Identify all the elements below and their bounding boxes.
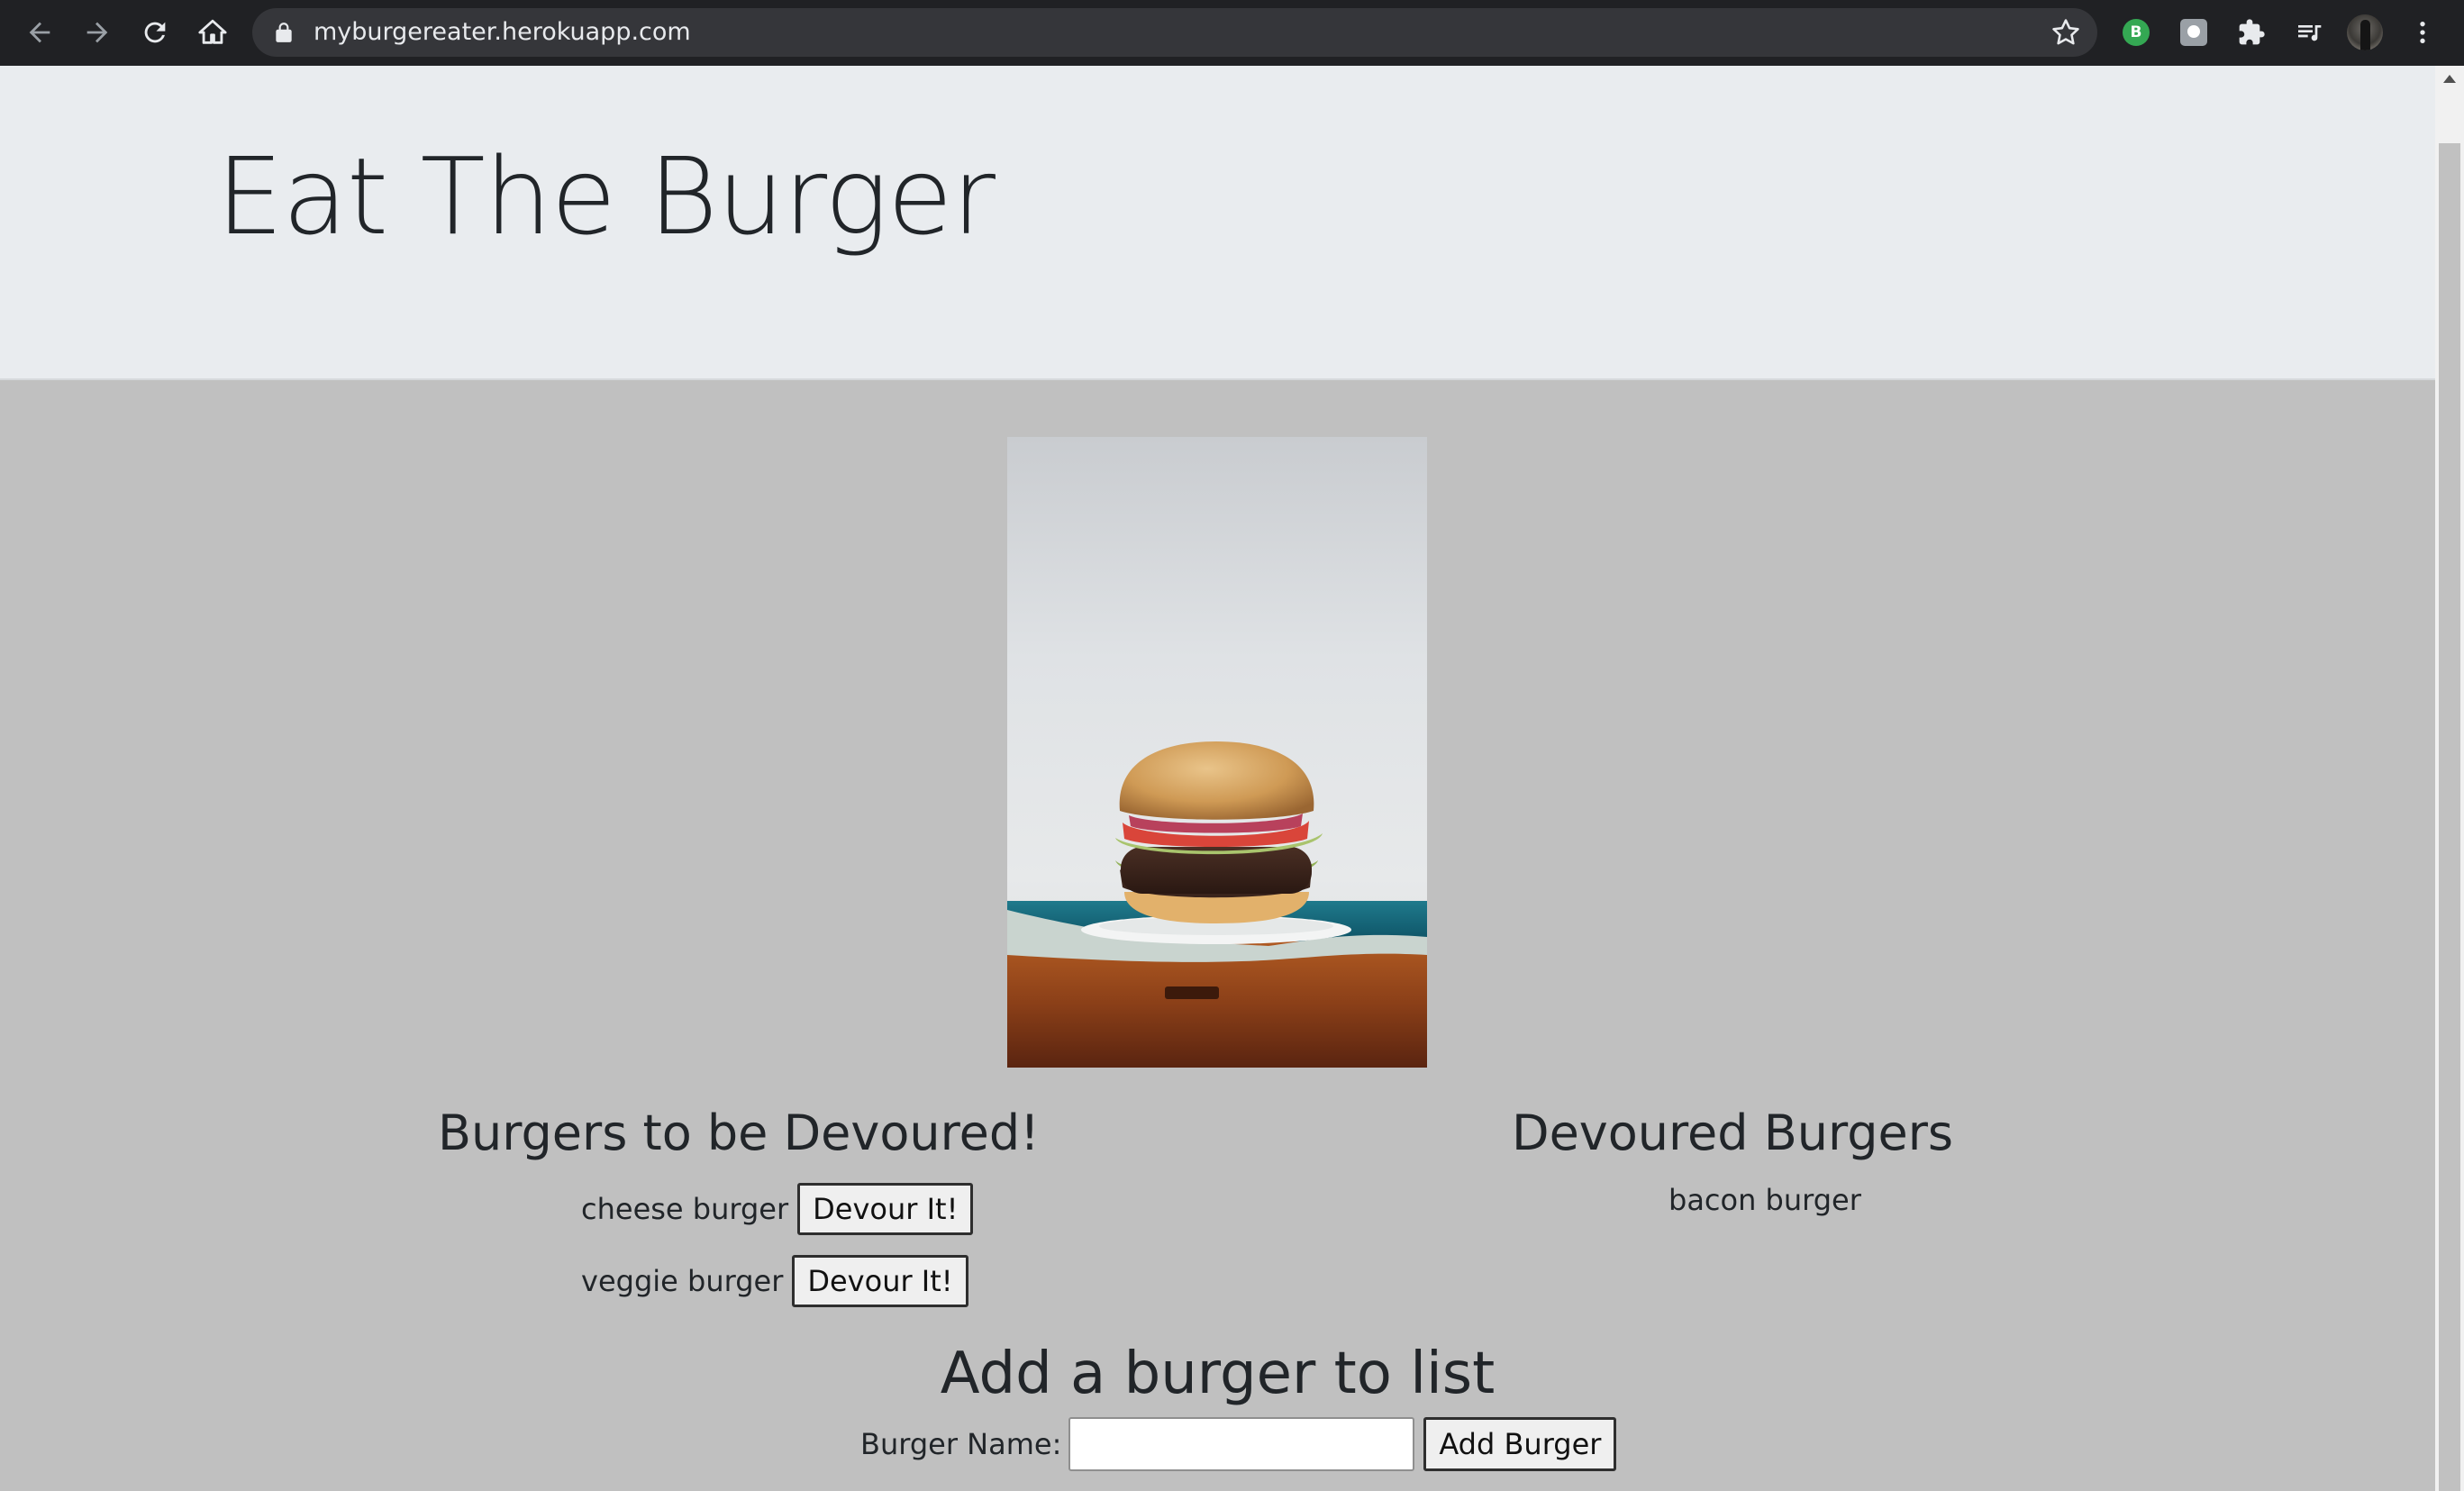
page-title: Eat The Burger (216, 134, 996, 259)
add-burger-form: Burger Name: Add Burger (860, 1417, 1617, 1471)
burger-name: veggie burger (581, 1264, 784, 1298)
scroll-up-icon[interactable] (2443, 75, 2456, 83)
devoured-heading: Devoured Burgers (1512, 1105, 1954, 1161)
burger-photo (1007, 437, 1427, 1068)
lock-icon (276, 23, 292, 42)
scrollbar-thumb[interactable] (2439, 143, 2460, 1491)
devour-button[interactable]: Devour It! (797, 1183, 974, 1235)
burger-name: cheese burger (581, 1192, 789, 1226)
add-burger-heading: Add a burger to list (940, 1341, 1496, 1407)
extension-b-icon[interactable]: B (2117, 14, 2155, 51)
back-arrow-icon[interactable] (20, 13, 59, 52)
burger-name-label: Burger Name: (860, 1427, 1062, 1461)
puzzle-icon[interactable] (2232, 14, 2270, 51)
browser-window: myburgereater.herokuapp.com B Eat The Bu… (0, 0, 2464, 1491)
devour-button[interactable]: Devour It! (792, 1255, 968, 1307)
list-item: veggie burger Devour It! (581, 1255, 968, 1307)
burger-name-input[interactable] (1068, 1417, 1415, 1471)
to-devour-heading: Burgers to be Devoured! (438, 1105, 1040, 1161)
home-icon[interactable] (193, 13, 232, 52)
list-item: cheese burger Devour It! (581, 1183, 974, 1235)
url-text[interactable]: myburgereater.herokuapp.com (314, 8, 691, 57)
devoured-item: bacon burger (1668, 1183, 1861, 1217)
extension-square-icon[interactable] (2175, 14, 2213, 51)
playlist-icon[interactable] (2290, 14, 2328, 51)
vertical-scrollbar[interactable] (2435, 66, 2464, 1491)
browser-toolbar: myburgereater.herokuapp.com B (0, 0, 2464, 66)
address-bar[interactable]: myburgereater.herokuapp.com (252, 8, 2097, 57)
reload-icon[interactable] (135, 13, 175, 52)
jumbotron-header: Eat The Burger (0, 66, 2435, 380)
forward-arrow-icon[interactable] (77, 13, 117, 52)
star-icon[interactable] (2050, 17, 2081, 48)
kebab-menu-icon[interactable] (2404, 14, 2441, 51)
add-burger-button[interactable]: Add Burger (1423, 1417, 1617, 1471)
page-content: Eat The Burger Burgers to be Devoured! c… (0, 66, 2435, 1491)
avatar[interactable] (2346, 14, 2384, 51)
